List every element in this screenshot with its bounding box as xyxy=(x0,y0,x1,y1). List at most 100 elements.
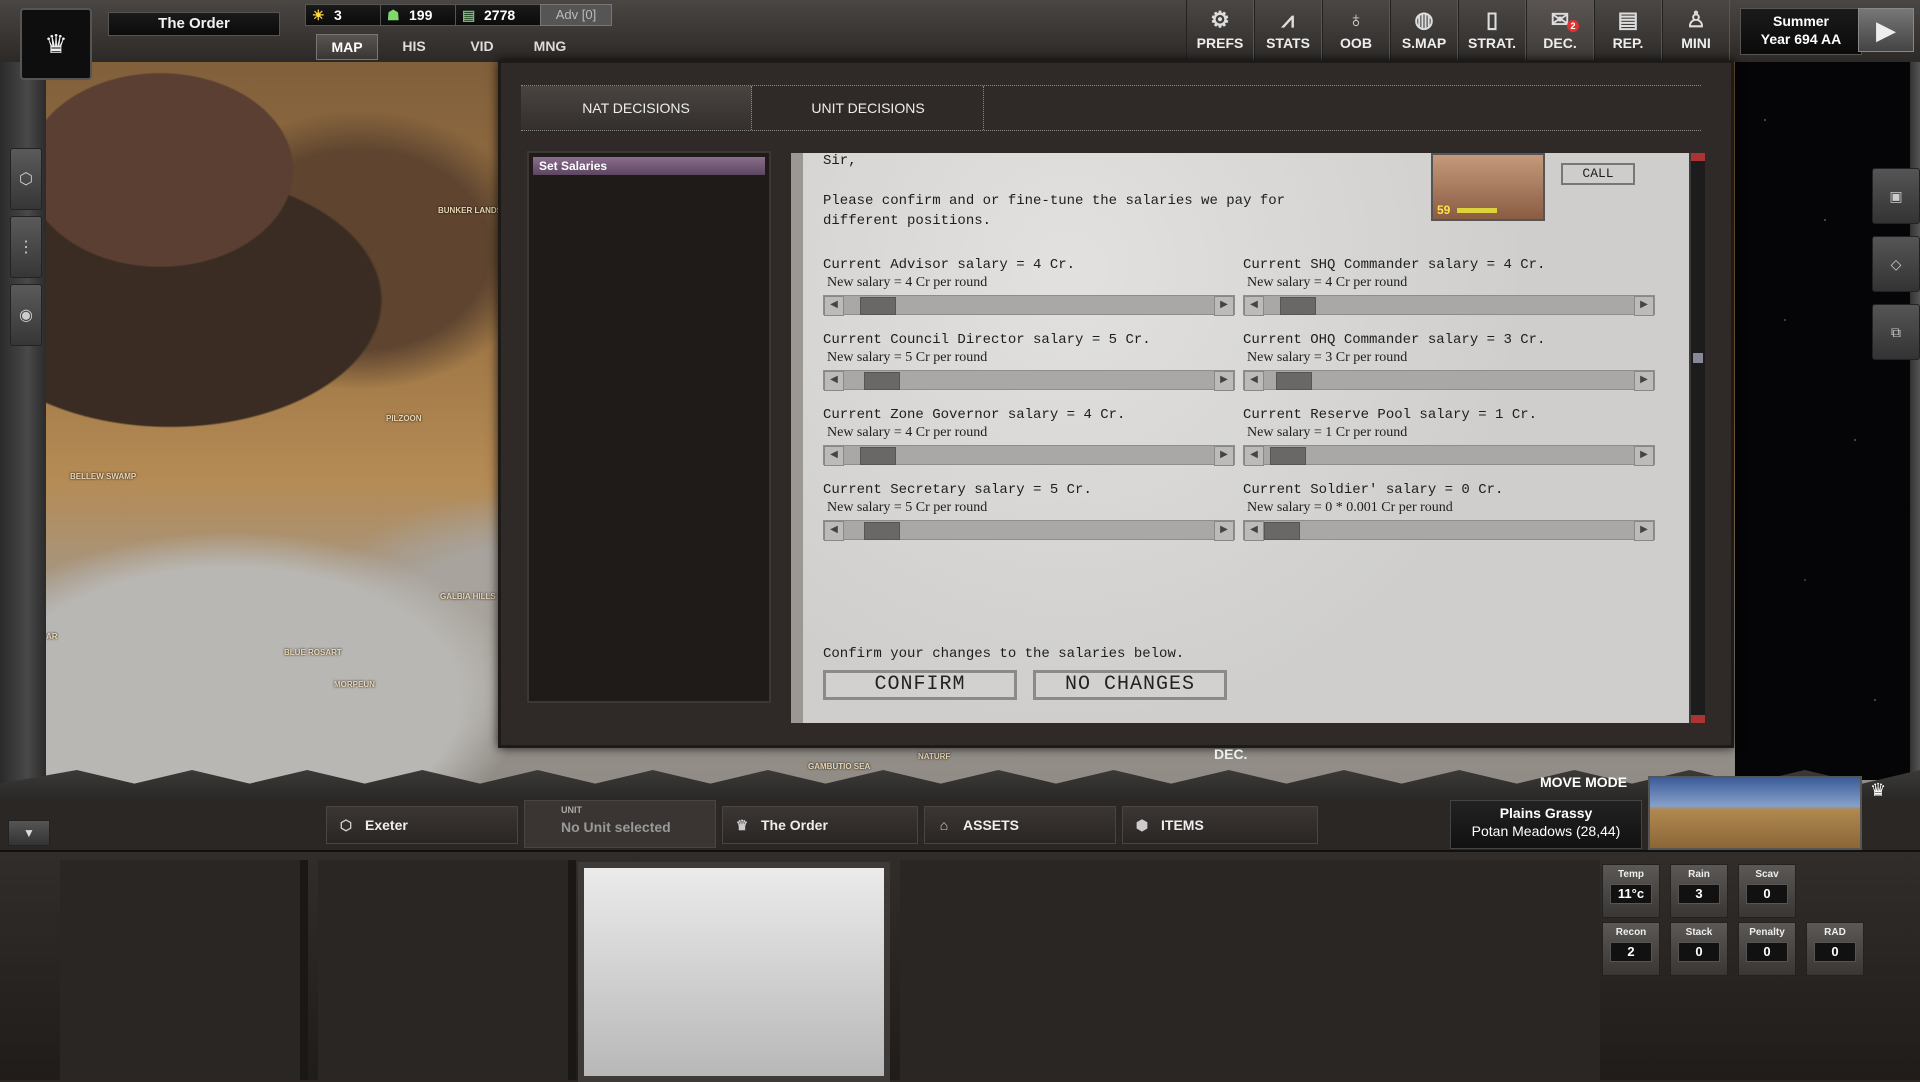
advisor-counter[interactable]: Adv [0] xyxy=(540,4,612,26)
slider-thumb[interactable] xyxy=(864,522,900,540)
collapse-panel-button[interactable]: ▼ xyxy=(8,820,50,846)
copy-icon[interactable]: ⧉ xyxy=(1872,304,1920,360)
slider-right-arrow-icon[interactable]: ▶ xyxy=(1634,521,1654,541)
slider-right-arrow-icon[interactable]: ▶ xyxy=(1214,371,1234,391)
hierarchy-icon: ♁ xyxy=(1347,7,1365,32)
slider-left-arrow-icon[interactable]: ◀ xyxy=(824,371,844,391)
box-icon: ⬢ xyxy=(1135,817,1149,833)
tab-exeter[interactable]: ⬡ Exeter xyxy=(326,806,518,844)
scroll-down-arrow-icon[interactable] xyxy=(1691,715,1705,723)
salary-slider[interactable]: ◀ ▶ xyxy=(1243,295,1655,316)
slider-left-arrow-icon[interactable]: ◀ xyxy=(824,296,844,316)
advisor-portrait[interactable]: 59 xyxy=(1431,153,1545,221)
stat-value: 11°c xyxy=(1610,884,1652,904)
nav-label: MINI xyxy=(1681,35,1711,51)
salary-slider[interactable]: ◀ ▶ xyxy=(823,520,1235,541)
slider-right-arrow-icon[interactable]: ▶ xyxy=(1634,371,1654,391)
salary-slider[interactable]: ◀ ▶ xyxy=(823,370,1235,391)
reports-button[interactable]: ▤ REP. xyxy=(1594,0,1662,60)
letter-body: Sir, Please confirm and or fine-tune the… xyxy=(823,153,1383,231)
nav-label: STRAT. xyxy=(1468,35,1516,51)
slider-thumb[interactable] xyxy=(860,297,896,315)
resource-sun: ☀ 3 xyxy=(305,4,389,26)
scroll-up-arrow-icon[interactable] xyxy=(1691,153,1705,161)
tab-items[interactable]: ⬢ ITEMS xyxy=(1122,806,1318,844)
confirm-button[interactable]: CONFIRM xyxy=(823,670,1017,700)
decision-tabs: NAT DECISIONS UNIT DECISIONS xyxy=(521,85,1701,131)
slider-left-arrow-icon[interactable]: ◀ xyxy=(824,521,844,541)
layers-icon[interactable]: ◇ xyxy=(1872,236,1920,292)
slider-left-arrow-icon[interactable]: ◀ xyxy=(824,446,844,466)
slider-thumb[interactable] xyxy=(864,372,900,390)
slider-right-arrow-icon[interactable]: ▶ xyxy=(1214,521,1234,541)
stats-button[interactable]: ⩘ STATS xyxy=(1254,0,1322,60)
slider-right-arrow-icon[interactable]: ▶ xyxy=(1634,446,1654,466)
decisions-button[interactable]: ✉ DEC. 2 xyxy=(1526,0,1594,68)
slider-thumb[interactable] xyxy=(860,447,896,465)
move-mode-label: MOVE MODE xyxy=(1540,774,1628,790)
slider-left-arrow-icon[interactable]: ◀ xyxy=(1244,521,1264,541)
salary-current: Current Zone Governor salary = 4 Cr. xyxy=(823,407,1126,423)
salary-current: Current SHQ Commander salary = 4 Cr. xyxy=(1243,257,1546,273)
decision-letter: Sir, Please confirm and or fine-tune the… xyxy=(791,153,1691,723)
slider-left-arrow-icon[interactable]: ◀ xyxy=(1244,296,1264,316)
nav-label: PREFS xyxy=(1196,35,1244,51)
stat-label: Scav xyxy=(1755,869,1779,880)
tab-map[interactable]: MAP xyxy=(316,34,378,60)
salary-secretary: Current Secretary salary = 5 Cr. New sal… xyxy=(823,482,1235,541)
tab-vid[interactable]: VID xyxy=(452,34,512,58)
tab-unit-decisions[interactable]: UNIT DECISIONS xyxy=(753,86,984,130)
cube-icon[interactable]: ⬡ xyxy=(10,148,42,210)
decision-item-set-salaries[interactable]: Set Salaries xyxy=(533,157,765,175)
tab-mng[interactable]: MNG xyxy=(520,34,580,58)
map-label: Bellew Swamp xyxy=(70,472,137,481)
tab-assets[interactable]: ⌂ ASSETS xyxy=(924,806,1116,844)
slider-left-arrow-icon[interactable]: ◀ xyxy=(1244,446,1264,466)
tab-unit[interactable]: UNIT No Unit selected xyxy=(524,800,716,848)
scroll-thumb[interactable] xyxy=(1693,353,1703,363)
gear-icon: ⚙ xyxy=(1210,7,1230,32)
stat-temp: Temp 11°c xyxy=(1602,864,1660,918)
target-icon[interactable]: ◉ xyxy=(10,284,42,346)
faction-crown-icon[interactable]: ♛ xyxy=(20,8,92,80)
slider-right-arrow-icon[interactable]: ▶ xyxy=(1214,446,1234,466)
tab-the-order[interactable]: ♛ The Order xyxy=(722,806,918,844)
slider-thumb[interactable] xyxy=(1276,372,1312,390)
slider-thumb[interactable] xyxy=(1270,447,1306,465)
chart-icon: ⩘ xyxy=(1281,7,1295,32)
tab-label: The Order xyxy=(761,817,828,833)
slider-thumb[interactable] xyxy=(1264,522,1300,540)
tab-nat-decisions[interactable]: NAT DECISIONS xyxy=(521,86,752,130)
slider-left-arrow-icon[interactable]: ◀ xyxy=(1244,371,1264,391)
salary-slider[interactable]: ◀ ▶ xyxy=(1243,370,1655,391)
salary-slider[interactable]: ◀ ▶ xyxy=(823,445,1235,466)
strategic-map-button[interactable]: ◍ S.MAP xyxy=(1390,0,1458,60)
faction-crown-icon: ♛ xyxy=(1870,780,1887,800)
slider-right-arrow-icon[interactable]: ▶ xyxy=(1634,296,1654,316)
slider-right-arrow-icon[interactable]: ▶ xyxy=(1214,296,1234,316)
map-label: Blue Rosart xyxy=(284,648,342,657)
salary-new: New salary = 4 Cr per round xyxy=(827,275,988,290)
letter-scrollbar[interactable] xyxy=(1689,153,1705,723)
map-label: Pilzoon xyxy=(386,414,422,423)
salary-slider[interactable]: ◀ ▶ xyxy=(1243,520,1655,541)
stat-value: 3 xyxy=(1678,884,1720,904)
mini-button[interactable]: ♙ MINI xyxy=(1662,0,1730,60)
salary-slider[interactable]: ◀ ▶ xyxy=(1243,445,1655,466)
call-button[interactable]: CALL xyxy=(1561,163,1635,185)
end-turn-button[interactable]: ▶ xyxy=(1858,8,1914,52)
nav-label: S.MAP xyxy=(1401,35,1447,51)
year-label: Year 694 AA xyxy=(1760,31,1842,47)
salary-current: Current Soldier' salary = 0 Cr. xyxy=(1243,482,1504,498)
panel-toggle-icon[interactable]: ▣ xyxy=(1872,168,1920,224)
bottom-panel: ▼ ⬡ Exeter UNIT No Unit selected ♛ The Ord… xyxy=(0,776,1920,1082)
salary-reserve-pool: Current Reserve Pool salary = 1 Cr. New … xyxy=(1243,407,1655,466)
oob-button[interactable]: ♁ OOB xyxy=(1322,0,1390,60)
strategy-button[interactable]: ▯ STRAT. xyxy=(1458,0,1526,60)
no-changes-button[interactable]: NO CHANGES xyxy=(1033,670,1227,700)
slider-thumb[interactable] xyxy=(1280,297,1316,315)
prefs-button[interactable]: ⚙ PREFS xyxy=(1186,0,1254,60)
tab-his[interactable]: HIS xyxy=(386,34,442,58)
network-icon[interactable]: ⋮ xyxy=(10,216,42,278)
salary-slider[interactable]: ◀ ▶ xyxy=(823,295,1235,316)
